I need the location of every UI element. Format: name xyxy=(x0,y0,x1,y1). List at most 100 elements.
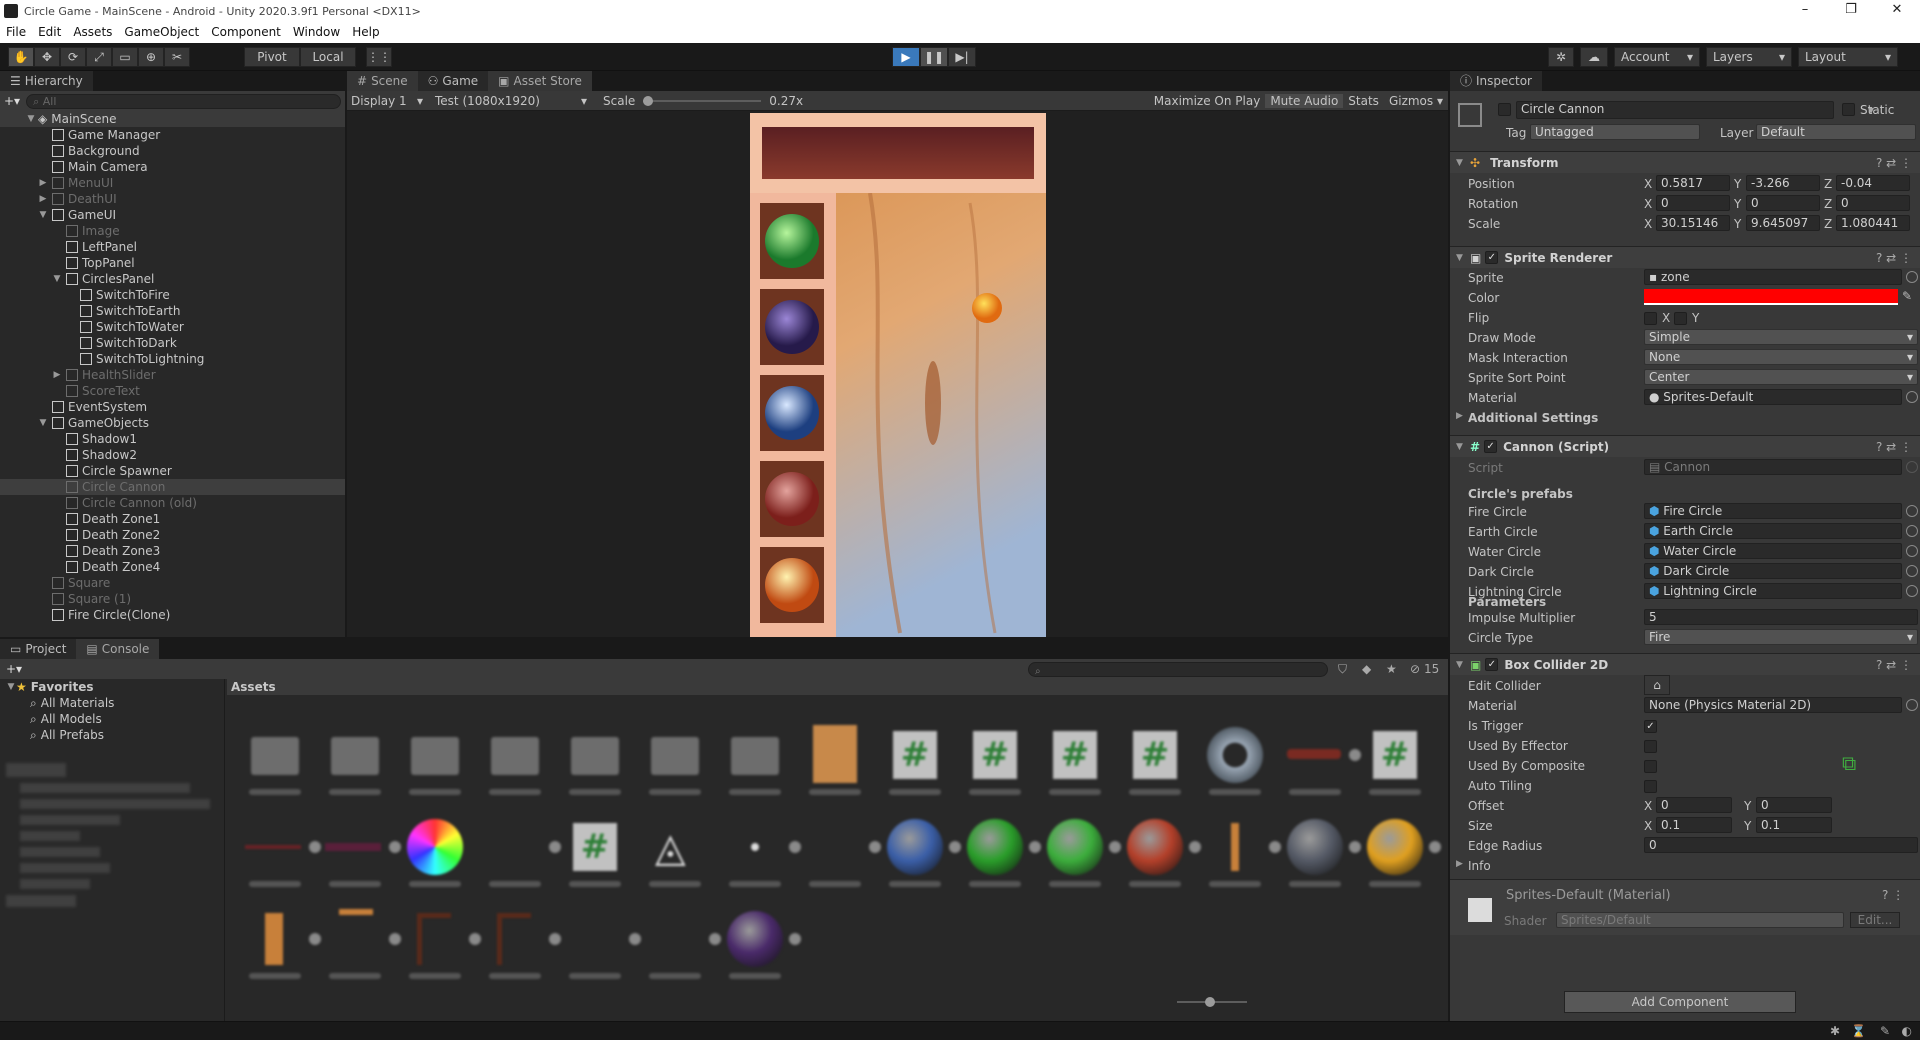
component-menu-icons[interactable]: ? ⇄ ⋮ xyxy=(1876,440,1912,454)
fold-arrow-icon[interactable]: ▶ xyxy=(38,175,48,191)
object-name-field[interactable]: Circle Cannon xyxy=(1516,101,1834,119)
scale-slider[interactable] xyxy=(643,95,762,106)
asset-thumbnail[interactable] xyxy=(245,725,305,795)
hierarchy-item[interactable]: Death Zone2 xyxy=(0,527,345,543)
fold-arrow-icon[interactable]: ▼ xyxy=(38,415,48,431)
hierarchy-item[interactable]: ▼ CirclesPanel xyxy=(0,271,345,287)
used-by-composite-checkbox[interactable] xyxy=(1644,760,1657,773)
hierarchy-item[interactable]: SwitchToEarth xyxy=(0,303,345,319)
expand-subasset-icon[interactable] xyxy=(389,933,401,945)
hierarchy-item[interactable]: ▶ DeathUI xyxy=(0,191,345,207)
hierarchy-item[interactable]: SwitchToDark xyxy=(0,335,345,351)
maximize-button[interactable]: ❐ xyxy=(1828,0,1874,22)
box-collider-enabled-checkbox[interactable]: ✓ xyxy=(1485,658,1499,671)
hierarchy-item[interactable]: SwitchToWater xyxy=(0,319,345,335)
material-field[interactable]: ● Sprites-Default xyxy=(1644,389,1902,405)
expand-subasset-icon[interactable] xyxy=(1189,841,1201,853)
asset-thumbnail[interactable]: # xyxy=(1045,725,1105,795)
object-picker-icon[interactable] xyxy=(1906,545,1918,557)
debug-mode-icon[interactable]: ✎ xyxy=(1880,1024,1890,1038)
favorite-item[interactable]: ⌕ All Materials xyxy=(0,695,224,711)
hierarchy-item[interactable]: ▶ HealthSlider xyxy=(0,367,345,383)
asset-thumbnail[interactable] xyxy=(965,817,1041,887)
menu-help[interactable]: Help xyxy=(346,22,385,43)
hierarchy-item[interactable]: ScoreText xyxy=(0,383,345,399)
move-tool-icon[interactable]: ✥ xyxy=(34,47,60,67)
asset-thumbnail[interactable] xyxy=(325,909,401,979)
mask-interaction-dropdown[interactable]: None ▾ xyxy=(1644,349,1918,365)
expand-subasset-icon[interactable] xyxy=(629,933,641,945)
hierarchy-item[interactable]: Square (1) xyxy=(0,591,345,607)
resolution-dropdown[interactable]: Test (1080x1920) ▾ xyxy=(431,94,591,108)
hierarchy-item[interactable]: Fire Circle(Clone) xyxy=(0,607,345,623)
circle-type-dropdown[interactable]: Fire ▾ xyxy=(1644,629,1918,645)
expand-subasset-icon[interactable] xyxy=(469,933,481,945)
asset-thumbnail[interactable] xyxy=(1045,817,1121,887)
static-checkbox[interactable] xyxy=(1842,103,1855,116)
hierarchy-item[interactable]: ▶ MenuUI xyxy=(0,175,345,191)
expand-subasset-icon[interactable] xyxy=(709,933,721,945)
fold-arrow-icon[interactable]: ▼ xyxy=(38,207,48,223)
object-picker-icon[interactable] xyxy=(1906,505,1918,517)
info-foldout[interactable]: Info xyxy=(1468,859,1491,873)
expand-subasset-icon[interactable] xyxy=(1429,841,1441,853)
tab-scene[interactable]: # Scene xyxy=(347,71,418,91)
draw-mode-dropdown[interactable]: Simple ▾ xyxy=(1644,329,1918,345)
rotation-x-field[interactable]: 0 xyxy=(1656,195,1730,211)
cannon-script-header[interactable]: ▼ # ✓ Cannon (Script) ? ⇄ ⋮ xyxy=(1450,435,1920,457)
rotation-y-field[interactable]: 0 xyxy=(1746,195,1820,211)
fold-arrow-icon[interactable]: ▶ xyxy=(38,191,48,207)
asset-thumbnail[interactable] xyxy=(1365,817,1441,887)
asset-thumbnail[interactable] xyxy=(1205,817,1281,887)
object-picker-icon[interactable] xyxy=(1906,565,1918,577)
asset-thumbnail[interactable] xyxy=(805,725,865,795)
additional-settings-foldout[interactable]: Additional Settings xyxy=(1468,411,1598,425)
icon-size-slider[interactable] xyxy=(1177,997,1247,1007)
hierarchy-item[interactable]: Circle Cannon (old) xyxy=(0,495,345,511)
asset-thumbnail[interactable]: # xyxy=(965,725,1025,795)
tab-game[interactable]: ⚇ Game xyxy=(417,71,489,91)
prefab-field[interactable]: ⬢ Lightning Circle xyxy=(1644,583,1902,599)
fold-arrow-icon[interactable]: ▼ xyxy=(1456,442,1470,452)
asset-thumbnail[interactable] xyxy=(725,817,801,887)
create-plus-icon[interactable]: +▾ xyxy=(6,662,22,676)
expand-subasset-icon[interactable] xyxy=(549,933,561,945)
collider-material-field[interactable]: None (Physics Material 2D) xyxy=(1644,697,1902,713)
edge-radius-field[interactable]: 0 xyxy=(1644,837,1918,853)
tab-asset-store[interactable]: ▣ Asset Store xyxy=(488,71,592,91)
fold-arrow-icon[interactable]: ▼ xyxy=(52,271,62,287)
object-picker-icon[interactable] xyxy=(1906,699,1918,711)
position-z-field[interactable]: -0.04 xyxy=(1836,175,1910,191)
asset-thumbnail[interactable] xyxy=(645,725,705,795)
auto-generate-lighting-icon[interactable]: ◐ xyxy=(1902,1024,1912,1038)
object-picker-icon[interactable] xyxy=(1906,271,1918,283)
hierarchy-item[interactable]: Shadow1 xyxy=(0,431,345,447)
hierarchy-item[interactable]: Game Manager xyxy=(0,127,345,143)
close-button[interactable]: ✕ xyxy=(1874,0,1920,22)
hierarchy-item[interactable]: Circle Spawner xyxy=(0,463,345,479)
icon-size-slider-thumb[interactable] xyxy=(1205,997,1215,1007)
minimize-button[interactable]: – xyxy=(1782,0,1828,22)
hierarchy-item[interactable]: EventSystem xyxy=(0,399,345,415)
asset-thumbnail[interactable] xyxy=(725,725,785,795)
menu-file[interactable]: File xyxy=(0,22,32,43)
add-component-button[interactable]: Add Component xyxy=(1564,991,1796,1013)
flip-y-checkbox[interactable] xyxy=(1674,312,1687,325)
asset-thumbnail[interactable] xyxy=(805,817,881,887)
hierarchy-item[interactable]: SwitchToLightning xyxy=(0,351,345,367)
eyedropper-icon[interactable]: ✎ xyxy=(1902,289,1912,303)
cloud-icon[interactable]: ☁ xyxy=(1580,47,1608,67)
asset-thumbnail[interactable] xyxy=(245,817,321,887)
filter-by-type-icon[interactable]: ⛉ xyxy=(1338,662,1347,677)
object-picker-icon[interactable] xyxy=(1906,525,1918,537)
prefab-field[interactable]: ⬢ Fire Circle xyxy=(1644,503,1902,519)
hierarchy-item[interactable]: Main Camera xyxy=(0,159,345,175)
progress-indicator-icon[interactable]: ⌛ xyxy=(1851,1024,1866,1038)
asset-thumbnail[interactable]: # xyxy=(1125,725,1185,795)
color-swatch[interactable] xyxy=(1644,289,1898,305)
tag-dropdown[interactable]: Untagged xyxy=(1530,124,1700,140)
material-menu-icons[interactable]: ? ⋮ xyxy=(1882,888,1904,902)
sprite-renderer-enabled-checkbox[interactable]: ✓ xyxy=(1485,251,1499,264)
favorite-star-icon[interactable]: ★ xyxy=(1386,662,1397,676)
hierarchy-item[interactable]: Shadow2 xyxy=(0,447,345,463)
